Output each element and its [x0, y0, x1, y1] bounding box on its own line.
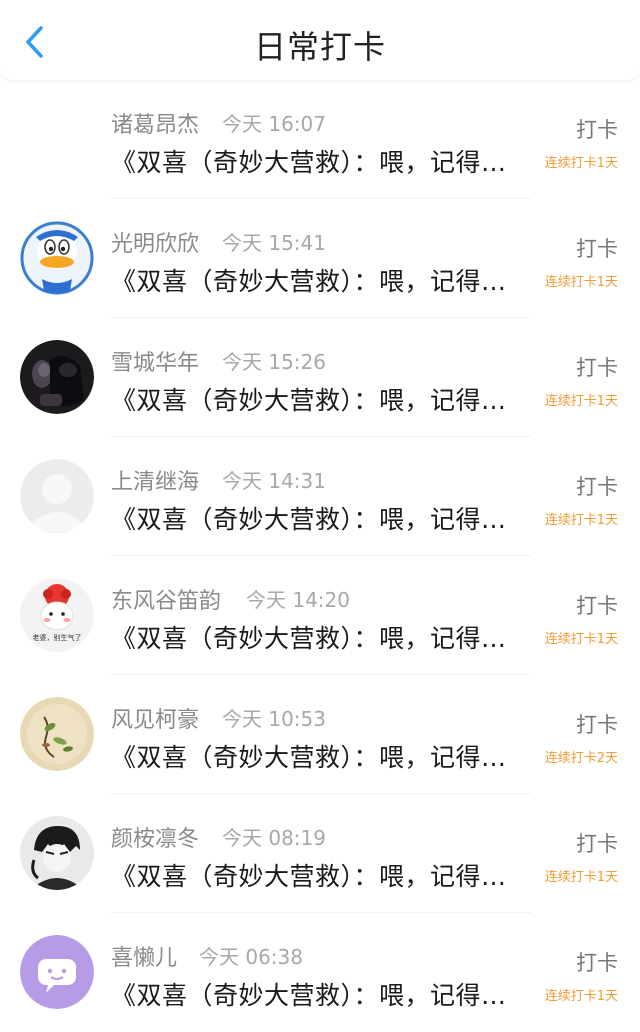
checkin-button[interactable]: 打卡: [576, 114, 618, 144]
list-item[interactable]: 喜懒儿 今天 06:38 《双喜（奇妙大营救）：喂，记得… 打卡 连续打卡1天: [0, 913, 640, 1032]
streak-label: 连续打卡1天: [544, 513, 618, 528]
list-item[interactable]: 雪城华年 今天 15:26 《双喜（奇妙大营救）：喂，记得… 打卡 连续打卡1天: [0, 318, 640, 437]
streak-label: 连续打卡1天: [544, 275, 618, 290]
list-item[interactable]: 颜桉凛冬 今天 08:19 《双喜（奇妙大营救）：喂，记得… 打卡 连续打卡1天: [0, 794, 640, 913]
message-preview: 《双喜（奇妙大营救）：喂，记得…: [111, 862, 507, 891]
duck-avatar-icon: [20, 221, 94, 295]
checkin-button[interactable]: 打卡: [576, 233, 618, 263]
timestamp: 今天 16:07: [222, 112, 326, 136]
user-name: 风见柯豪: [111, 708, 200, 733]
avatar[interactable]: [20, 221, 94, 295]
checkin-button[interactable]: 打卡: [576, 352, 618, 382]
list-item[interactable]: 光明欣欣 今天 15:41 《双喜（奇妙大营救）：喂，记得… 打卡 连续打卡1天: [0, 199, 640, 318]
user-name: 东风谷笛韵: [111, 589, 222, 614]
streak-label: 连续打卡1天: [544, 989, 618, 1004]
chat-bubble-avatar-icon: [20, 935, 94, 1009]
message-preview: 《双喜（奇妙大营救）：喂，记得…: [111, 743, 507, 772]
checkin-list: 诸葛昂杰 今天 16:07 《双喜（奇妙大营救）：喂，记得… 打卡 连续打卡1天…: [0, 80, 640, 1032]
timestamp: 今天 15:41: [222, 231, 326, 255]
user-name: 光明欣欣: [111, 232, 200, 257]
message-preview: 《双喜（奇妙大营救）：喂，记得…: [111, 981, 507, 1010]
list-item[interactable]: 上清继海 今天 14:31 《双喜（奇妙大营救）：喂，记得… 打卡 连续打卡1天: [0, 437, 640, 556]
checkin-button[interactable]: 打卡: [576, 590, 618, 620]
user-name: 颜桉凛冬: [111, 827, 200, 852]
timestamp: 今天 10:53: [222, 707, 326, 731]
timestamp: 今天 06:38: [199, 945, 303, 969]
user-name: 喜懒儿: [111, 946, 178, 971]
message-preview: 《双喜（奇妙大营救）：喂，记得…: [111, 386, 507, 415]
checkin-button[interactable]: 打卡: [576, 828, 618, 858]
user-name: 雪城华年: [111, 351, 200, 376]
checkin-button[interactable]: 打卡: [576, 471, 618, 501]
list-item[interactable]: 诸葛昂杰 今天 16:07 《双喜（奇妙大营救）：喂，记得… 打卡 连续打卡1天: [0, 80, 640, 199]
streak-label: 连续打卡1天: [544, 870, 618, 885]
avatar[interactable]: [20, 935, 94, 1009]
avatar-caption: 老婆，别生气了: [33, 633, 82, 642]
avatar[interactable]: [20, 697, 94, 771]
user-name: 诸葛昂杰: [111, 113, 200, 138]
message-preview: 《双喜（奇妙大营救）：喂，记得…: [111, 624, 507, 653]
avatar[interactable]: [20, 459, 94, 533]
message-preview: 《双喜（奇妙大营救）：喂，记得…: [111, 267, 507, 296]
avatar[interactable]: 老婆，别生气了: [20, 578, 94, 652]
streak-label: 连续打卡2天: [544, 751, 618, 766]
timestamp: 今天 14:20: [246, 588, 350, 612]
avatar[interactable]: [20, 340, 94, 414]
photo-avatar-icon: [20, 340, 94, 414]
timestamp: 今天 15:26: [222, 350, 326, 374]
painting-avatar-icon: [20, 697, 94, 771]
streak-label: 连续打卡1天: [544, 632, 618, 647]
checkin-button[interactable]: 打卡: [576, 709, 618, 739]
message-preview: 《双喜（奇妙大营救）：喂，记得…: [111, 505, 507, 534]
list-item[interactable]: 老婆，别生气了 东风谷笛韵 今天 14:20 《双喜（奇妙大营救）：喂，记得… …: [0, 556, 640, 675]
header-bar: 日常打卡: [0, 0, 640, 80]
user-name: 上清继海: [111, 470, 200, 495]
streak-label: 连续打卡1天: [544, 156, 618, 171]
streak-label: 连续打卡1天: [544, 394, 618, 409]
checkin-button[interactable]: 打卡: [576, 947, 618, 977]
message-preview: 《双喜（奇妙大营救）：喂，记得…: [111, 148, 507, 177]
cartoon-avatar-icon: 老婆，别生气了: [20, 578, 94, 652]
anime-avatar-icon: [20, 816, 94, 890]
list-item[interactable]: 风见柯豪 今天 10:53 《双喜（奇妙大营救）：喂，记得… 打卡 连续打卡2天: [0, 675, 640, 794]
timestamp: 今天 14:31: [222, 469, 326, 493]
default-avatar-icon: [20, 459, 94, 533]
page-title: 日常打卡: [253, 28, 386, 66]
avatar[interactable]: [20, 816, 94, 890]
timestamp: 今天 08:19: [222, 826, 326, 850]
